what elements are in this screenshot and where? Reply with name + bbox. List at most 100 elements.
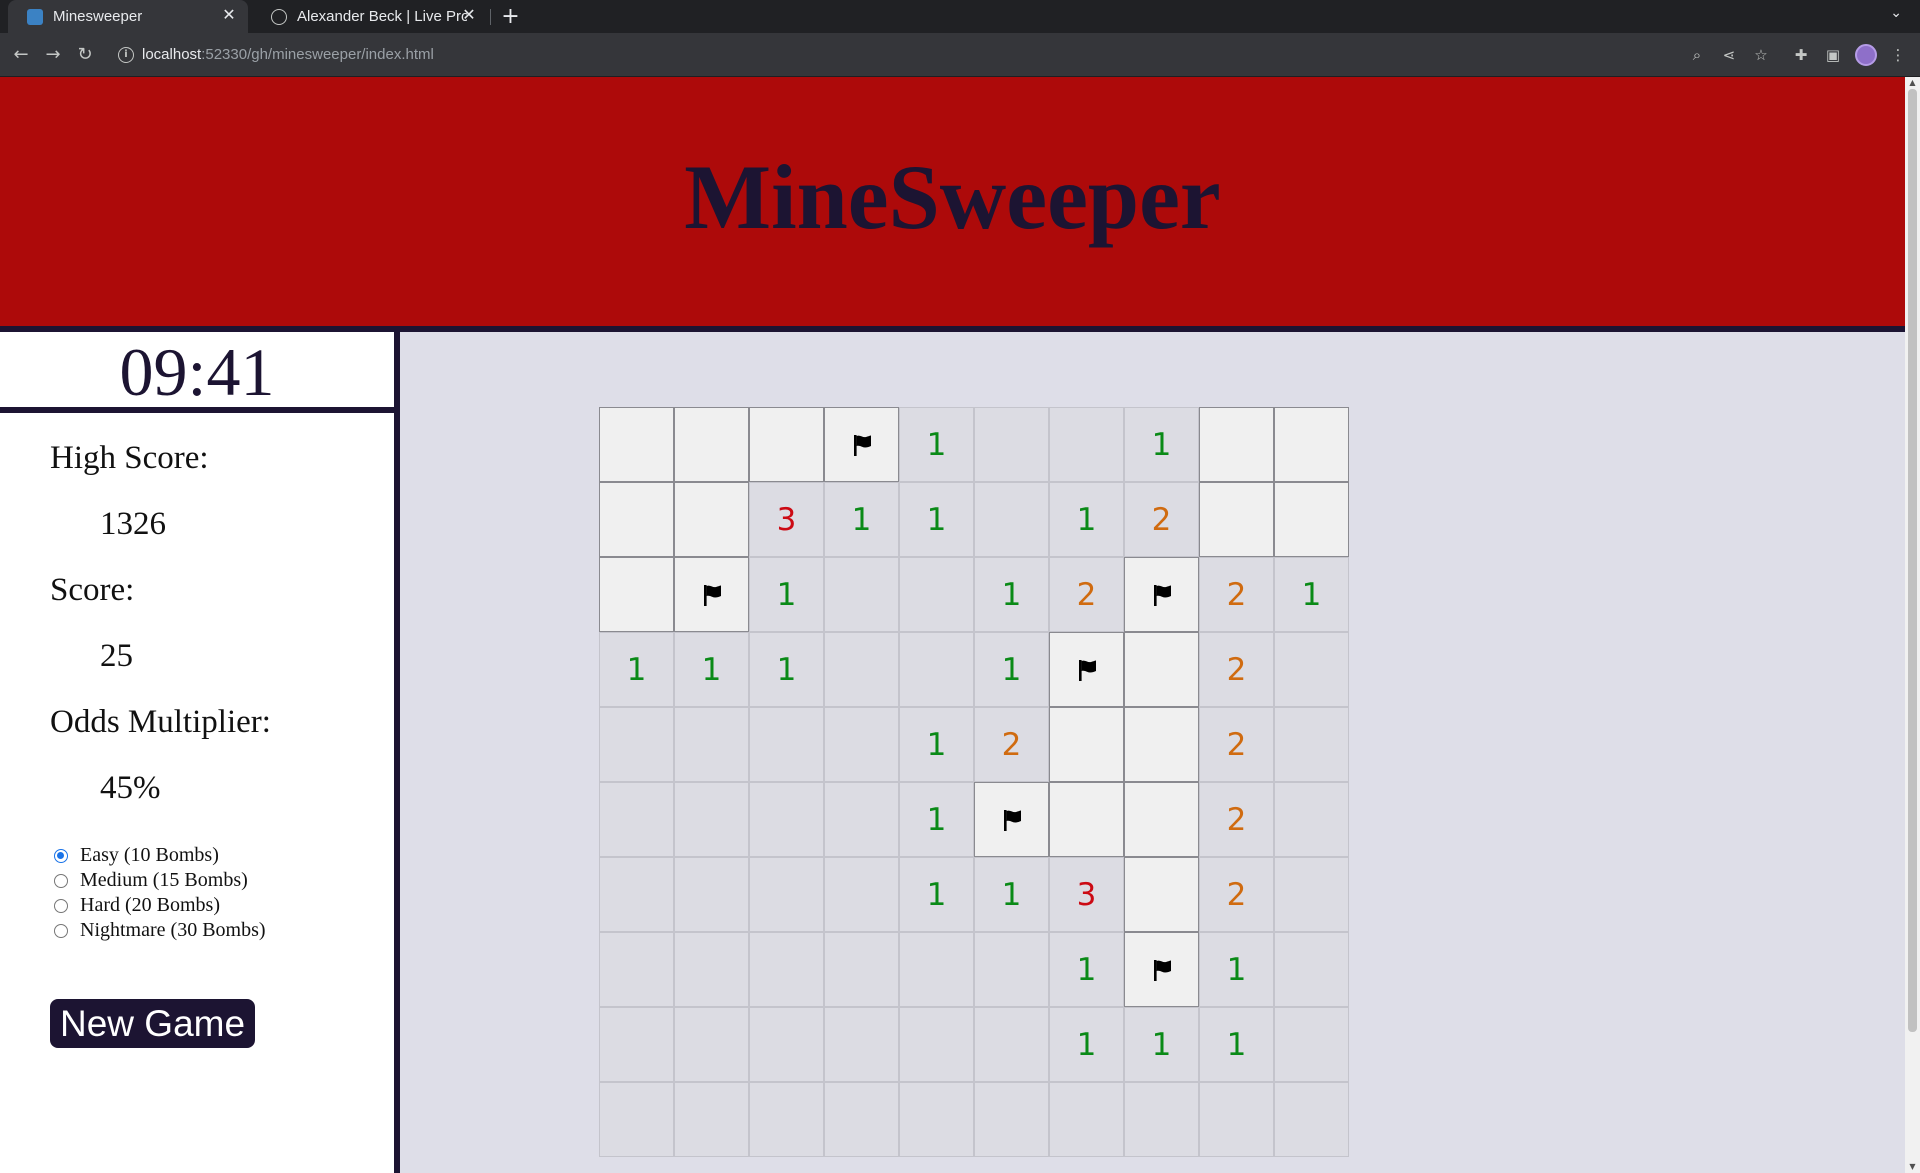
cell-empty[interactable] [1274,932,1349,1007]
cell-number[interactable]: 1 [1124,1007,1199,1082]
cell-empty[interactable] [599,707,674,782]
difficulty-option-nightmare[interactable]: Nightmare (30 Bombs) [54,918,394,943]
cell-number[interactable]: 1 [899,482,974,557]
share-icon[interactable]: ⋖ [1717,43,1741,67]
tab-search-chevron-icon[interactable]: ⌄ [1890,5,1902,21]
cell-empty[interactable] [824,1082,899,1157]
scroll-up-arrow-icon[interactable]: ▲ [1908,79,1917,87]
cell-number[interactable]: 2 [1124,482,1199,557]
cell-empty[interactable] [599,1082,674,1157]
cell-empty[interactable] [749,932,824,1007]
cell-hidden[interactable] [749,407,824,482]
cell-empty[interactable] [1124,1082,1199,1157]
cell-flagged[interactable] [674,557,749,632]
menu-icon[interactable]: ⋮ [1886,43,1910,67]
difficulty-option-medium[interactable]: Medium (15 Bombs) [54,868,394,893]
cell-number[interactable]: 1 [974,557,1049,632]
cell-empty[interactable] [1274,632,1349,707]
profile-avatar[interactable] [1855,44,1877,66]
cell-empty[interactable] [1049,1082,1124,1157]
cell-hidden[interactable] [674,407,749,482]
cell-empty[interactable] [824,557,899,632]
cell-empty[interactable] [1274,1007,1349,1082]
extensions-icon[interactable]: ✚ [1789,43,1813,67]
cell-empty[interactable] [599,782,674,857]
cell-flagged[interactable] [1049,632,1124,707]
cell-empty[interactable] [599,932,674,1007]
cell-empty[interactable] [899,557,974,632]
cell-number[interactable]: 1 [974,857,1049,932]
cell-flagged[interactable] [1124,932,1199,1007]
cell-hidden[interactable] [1274,407,1349,482]
cell-number[interactable]: 1 [1199,1007,1274,1082]
cell-number[interactable]: 1 [674,632,749,707]
cell-number[interactable]: 1 [599,632,674,707]
back-icon[interactable]: ← [8,42,34,68]
cell-empty[interactable] [974,1082,1049,1157]
cell-empty[interactable] [974,1007,1049,1082]
bookmark-star-icon[interactable]: ☆ [1749,43,1773,67]
page-scrollbar[interactable]: ▲ ▼ [1905,77,1920,1173]
cell-number[interactable]: 1 [974,632,1049,707]
close-tab-icon[interactable]: ✕ [220,7,238,25]
cell-empty[interactable] [824,632,899,707]
cell-number[interactable]: 2 [974,707,1049,782]
cell-number[interactable]: 2 [1199,857,1274,932]
cell-empty[interactable] [674,707,749,782]
radio-hard[interactable] [54,898,68,913]
radio-nightmare[interactable] [54,923,68,938]
difficulty-option-hard[interactable]: Hard (20 Bombs) [54,893,394,918]
cell-hidden[interactable] [599,407,674,482]
cell-hidden[interactable] [1274,482,1349,557]
cell-empty[interactable] [824,707,899,782]
cell-empty[interactable] [749,1007,824,1082]
cell-empty[interactable] [824,932,899,1007]
cell-empty[interactable] [599,1007,674,1082]
cell-number[interactable]: 1 [749,557,824,632]
site-info-icon[interactable]: i [118,47,134,63]
cell-empty[interactable] [1274,1082,1349,1157]
cell-empty[interactable] [674,857,749,932]
cell-empty[interactable] [974,482,1049,557]
cell-number[interactable]: 1 [824,482,899,557]
cell-number[interactable]: 1 [1274,557,1349,632]
close-tab-icon[interactable]: ✕ [460,7,478,25]
new-game-button[interactable]: New Game [50,999,256,1048]
cell-hidden[interactable] [599,557,674,632]
scrollbar-thumb[interactable] [1908,89,1917,1032]
cell-empty[interactable] [1199,1082,1274,1157]
cell-empty[interactable] [1274,857,1349,932]
cell-hidden[interactable] [1124,857,1199,932]
side-panel-icon[interactable]: ▣ [1821,43,1845,67]
cell-hidden[interactable] [1124,707,1199,782]
cell-number[interactable]: 1 [1049,932,1124,1007]
cell-empty[interactable] [899,1082,974,1157]
cell-empty[interactable] [674,932,749,1007]
radio-medium[interactable] [54,873,68,888]
cell-number[interactable]: 1 [1199,932,1274,1007]
cell-number[interactable]: 1 [899,707,974,782]
cell-number[interactable]: 2 [1199,557,1274,632]
cell-flagged[interactable] [974,782,1049,857]
cell-number[interactable]: 1 [1124,407,1199,482]
cell-number[interactable]: 2 [1199,782,1274,857]
cell-hidden[interactable] [1199,407,1274,482]
cell-number[interactable]: 3 [1049,857,1124,932]
cell-hidden[interactable] [674,482,749,557]
cell-empty[interactable] [749,1082,824,1157]
forward-icon[interactable]: → [40,42,66,68]
cell-empty[interactable] [1274,707,1349,782]
cell-number[interactable]: 3 [749,482,824,557]
scroll-down-arrow-icon[interactable]: ▼ [1908,1163,1917,1171]
cell-empty[interactable] [749,857,824,932]
cell-empty[interactable] [899,632,974,707]
cell-empty[interactable] [674,1082,749,1157]
address-bar[interactable]: i localhost:52330/gh/minesweeper/index.h… [110,39,1760,71]
cell-hidden[interactable] [1124,782,1199,857]
tab-minesweeper[interactable]: Minesweeper ✕ [8,0,248,33]
cell-empty[interactable] [1049,407,1124,482]
reload-icon[interactable]: ↻ [72,42,98,68]
cell-empty[interactable] [824,782,899,857]
cell-number[interactable]: 1 [1049,482,1124,557]
cell-number[interactable]: 1 [1049,1007,1124,1082]
